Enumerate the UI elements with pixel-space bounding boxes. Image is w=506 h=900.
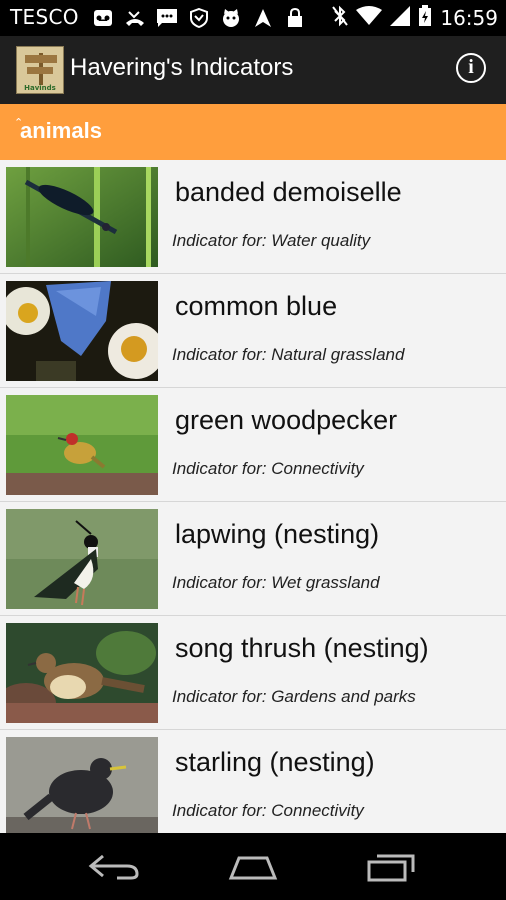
item-indicator: Indicator for: Gardens and parks (172, 687, 416, 706)
lapwing-photo (6, 509, 158, 609)
wifi-icon (356, 6, 383, 30)
status-bar: TESCO 16:59 (0, 0, 506, 36)
item-indicator: Indicator for: Connectivity (172, 801, 364, 820)
banded-demoiselle-photo (6, 167, 158, 267)
list-item[interactable]: lapwing (nesting) Indicator for: Wet gra… (0, 502, 506, 616)
navigation-icon (252, 7, 274, 29)
item-indicator: Indicator for: Water quality (172, 231, 371, 250)
item-name: green woodpecker (175, 405, 398, 435)
green-woodpecker-photo (6, 395, 158, 495)
app-title: Havering's Indicators (70, 54, 294, 81)
item-indicator: Indicator for: Connectivity (172, 459, 364, 478)
clock: 16:59 (440, 6, 498, 30)
lock-icon (284, 7, 306, 29)
list-item[interactable]: starling (nesting) Indicator for: Connec… (0, 730, 506, 833)
signal-icon (390, 6, 411, 30)
category-header[interactable]: ⌃ animals (0, 104, 506, 160)
starling-photo (6, 737, 158, 833)
back-icon (88, 854, 139, 880)
notification-icons (92, 7, 306, 29)
item-indicator: Indicator for: Natural grassland (172, 345, 405, 364)
list-item[interactable]: banded demoiselle Indicator for: Water q… (0, 160, 506, 274)
home-icon (228, 856, 278, 880)
system-status-icons: 16:59 (332, 5, 498, 31)
cat-icon (220, 7, 242, 29)
recents-icon (367, 854, 415, 882)
carrier-label: TESCO (10, 5, 79, 29)
missed-call-icon (124, 7, 146, 29)
recents-button[interactable] (362, 847, 422, 887)
item-name: starling (nesting) (175, 747, 375, 777)
species-list[interactable]: banded demoiselle Indicator for: Water q… (0, 160, 506, 833)
item-name: common blue (175, 291, 338, 321)
bluetooth-off-icon (332, 5, 349, 31)
back-button[interactable] (84, 847, 144, 887)
info-icon: i (468, 56, 474, 78)
home-button[interactable] (223, 847, 283, 887)
voicemail-icon (92, 7, 114, 29)
item-name: song thrush (nesting) (175, 633, 429, 663)
common-blue-photo (6, 281, 158, 381)
navigation-bar (0, 833, 506, 900)
info-button[interactable]: i (456, 53, 486, 83)
sms-icon (156, 7, 178, 29)
app-logo-text: Havinds (24, 84, 56, 92)
category-label: animals (20, 118, 102, 143)
song-thrush-photo (6, 623, 158, 723)
battery-icon (418, 5, 432, 31)
item-name: banded demoiselle (175, 177, 402, 207)
list-item[interactable]: green woodpecker Indicator for: Connecti… (0, 388, 506, 502)
item-indicator: Indicator for: Wet grassland (172, 573, 380, 592)
list-item[interactable]: common blue Indicator for: Natural grass… (0, 274, 506, 388)
app-logo[interactable]: Havinds (16, 46, 64, 94)
action-bar: Havinds Havering's Indicators i (0, 36, 506, 104)
shield-icon (188, 7, 210, 29)
item-name: lapwing (nesting) (175, 519, 380, 549)
list-item[interactable]: song thrush (nesting) Indicator for: Gar… (0, 616, 506, 730)
